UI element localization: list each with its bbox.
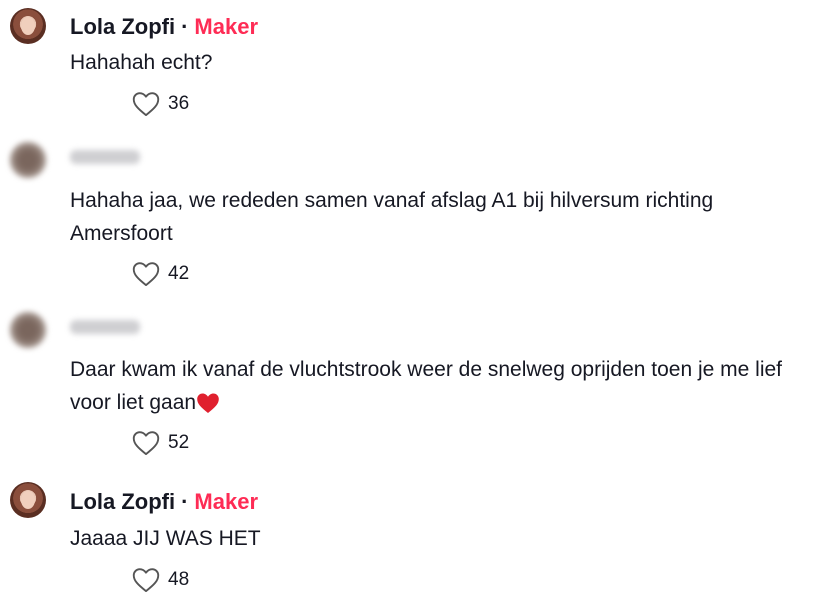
red-heart-emoji [197,393,219,414]
avatar[interactable] [10,8,46,44]
like-count: 52 [168,432,190,453]
like-button[interactable]: 48 [132,567,189,593]
comment-text: Daar kwam ik vanaf de vluchtstrook weer … [70,353,815,419]
username[interactable]: Lola Zopfi [70,14,175,40]
like-count: 48 [168,569,190,590]
comment-text-content: Daar kwam ik vanaf de vluchtstrook weer … [70,358,783,414]
separator-dot: · [181,489,189,514]
heart-outline-icon [132,568,160,593]
maker-badge: Maker [194,489,259,514]
avatar[interactable] [10,482,46,518]
like-button[interactable]: 52 [132,430,189,456]
like-count: 36 [168,93,190,114]
heart-outline-icon [132,92,160,117]
like-count: 42 [168,263,190,284]
username-blurred[interactable] [70,150,140,164]
username[interactable]: Lola Zopfi [70,489,175,515]
comment-header [70,320,140,334]
comment-text: Jaaaa JIJ WAS HET [70,527,261,550]
separator-dot: · [181,14,189,39]
like-button[interactable]: 36 [132,91,189,117]
comment-header: Lola Zopfi · Maker [70,489,258,515]
heart-outline-icon [132,431,160,456]
maker-badge: Maker [194,14,259,39]
avatar[interactable] [10,312,46,348]
avatar[interactable] [10,142,46,178]
like-button[interactable]: 42 [132,261,189,287]
comment-text: Hahahah echt? [70,51,213,74]
username-blurred[interactable] [70,320,140,334]
heart-outline-icon [132,262,160,287]
comment-text: Hahaha jaa, we rededen samen vanaf afsla… [70,189,714,245]
comment-header: Lola Zopfi · Maker [70,14,258,40]
comment-header [70,150,140,164]
